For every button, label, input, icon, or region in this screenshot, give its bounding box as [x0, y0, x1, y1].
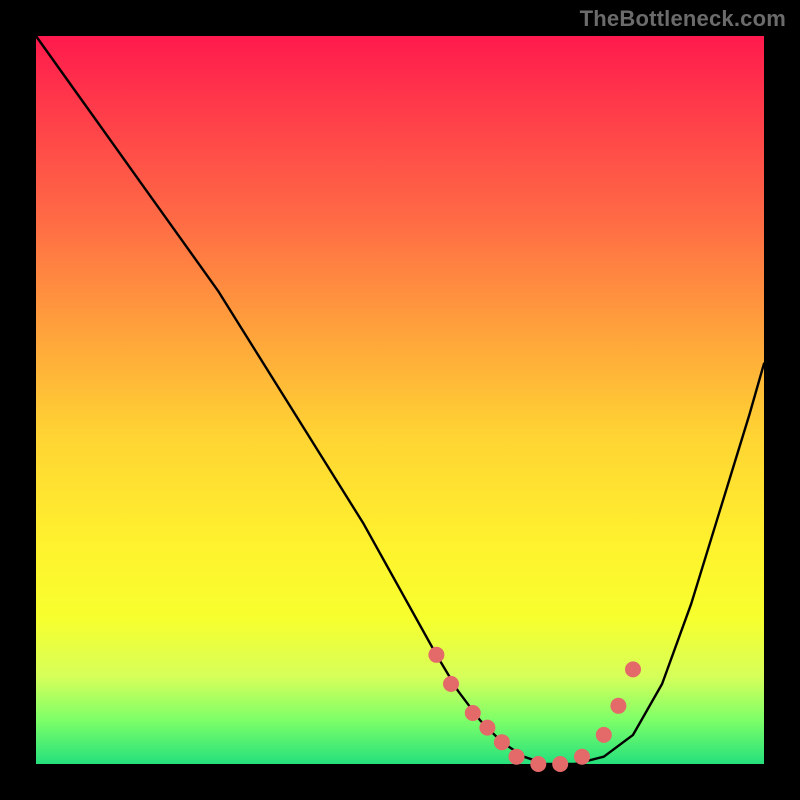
highlight-point [479, 720, 495, 736]
highlight-point [428, 647, 444, 663]
chart-frame: TheBottleneck.com [0, 0, 800, 800]
chart-svg [36, 36, 764, 764]
highlight-point [494, 734, 510, 750]
highlight-point [596, 727, 612, 743]
watermark-text: TheBottleneck.com [580, 6, 786, 32]
highlight-point [530, 756, 546, 772]
highlight-point [443, 676, 459, 692]
highlight-point [465, 705, 481, 721]
highlight-point [625, 661, 641, 677]
chart-plot-area [36, 36, 764, 764]
highlight-point [552, 756, 568, 772]
highlight-point [610, 698, 626, 714]
highlight-point [509, 749, 525, 765]
highlight-point [574, 749, 590, 765]
bottleneck-curve-line [36, 36, 764, 764]
